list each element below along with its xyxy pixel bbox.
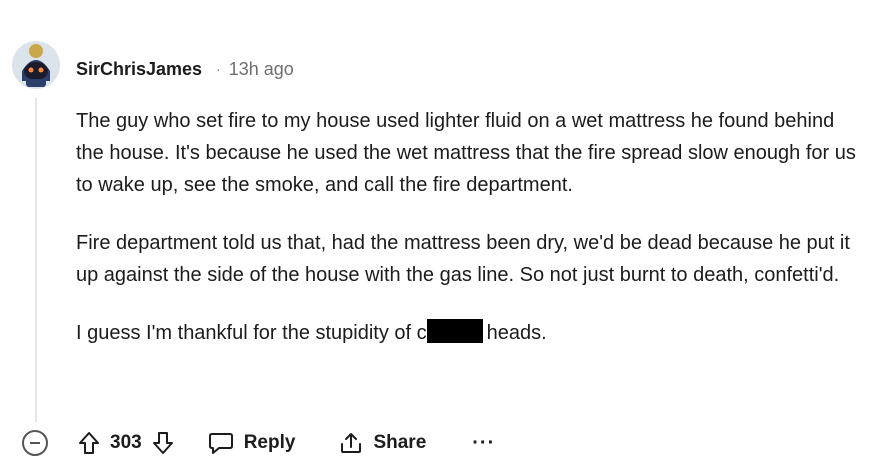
- vote-group: 303: [78, 431, 174, 455]
- timestamp[interactable]: 13h ago: [229, 59, 294, 80]
- paragraph-3-end: heads.: [486, 322, 547, 344]
- paragraph-1: The guy who set fire to my house used li…: [76, 110, 856, 196]
- reply-button[interactable]: Reply: [208, 431, 296, 455]
- robot-avatar-icon: [12, 41, 60, 89]
- share-arrow-icon: [341, 433, 362, 453]
- share-label: Share: [373, 432, 427, 453]
- thread-line[interactable]: [35, 98, 37, 422]
- share-button[interactable]: Share: [339, 431, 426, 455]
- username[interactable]: SirChrisJames: [76, 59, 202, 80]
- action-bar: 303 Reply Share ···: [22, 424, 495, 462]
- comment-body: The guy who set fire to my house used li…: [76, 105, 866, 375]
- collapse-button[interactable]: [22, 430, 48, 456]
- upvote-arrow-icon[interactable]: [78, 431, 100, 455]
- redaction-box: [426, 319, 483, 343]
- vote-score: 303: [110, 432, 142, 453]
- avatar[interactable]: [12, 41, 60, 89]
- paragraph-2: Fire department told us that, had the ma…: [76, 232, 850, 286]
- speech-bubble-icon: [208, 433, 233, 454]
- collapse-minus-icon: [30, 442, 40, 444]
- more-options-button[interactable]: ···: [472, 432, 495, 455]
- paragraph-3-start: I guess I'm thankful for the stupidity o…: [76, 322, 427, 344]
- comment-header: SirChrisJames · 13h ago: [76, 57, 294, 81]
- paragraph-3: I guess I'm thankful for the stupidity o…: [76, 317, 866, 349]
- separator-dot: ·: [216, 61, 221, 77]
- downvote-arrow-icon[interactable]: [152, 431, 174, 455]
- reply-label: Reply: [243, 432, 296, 453]
